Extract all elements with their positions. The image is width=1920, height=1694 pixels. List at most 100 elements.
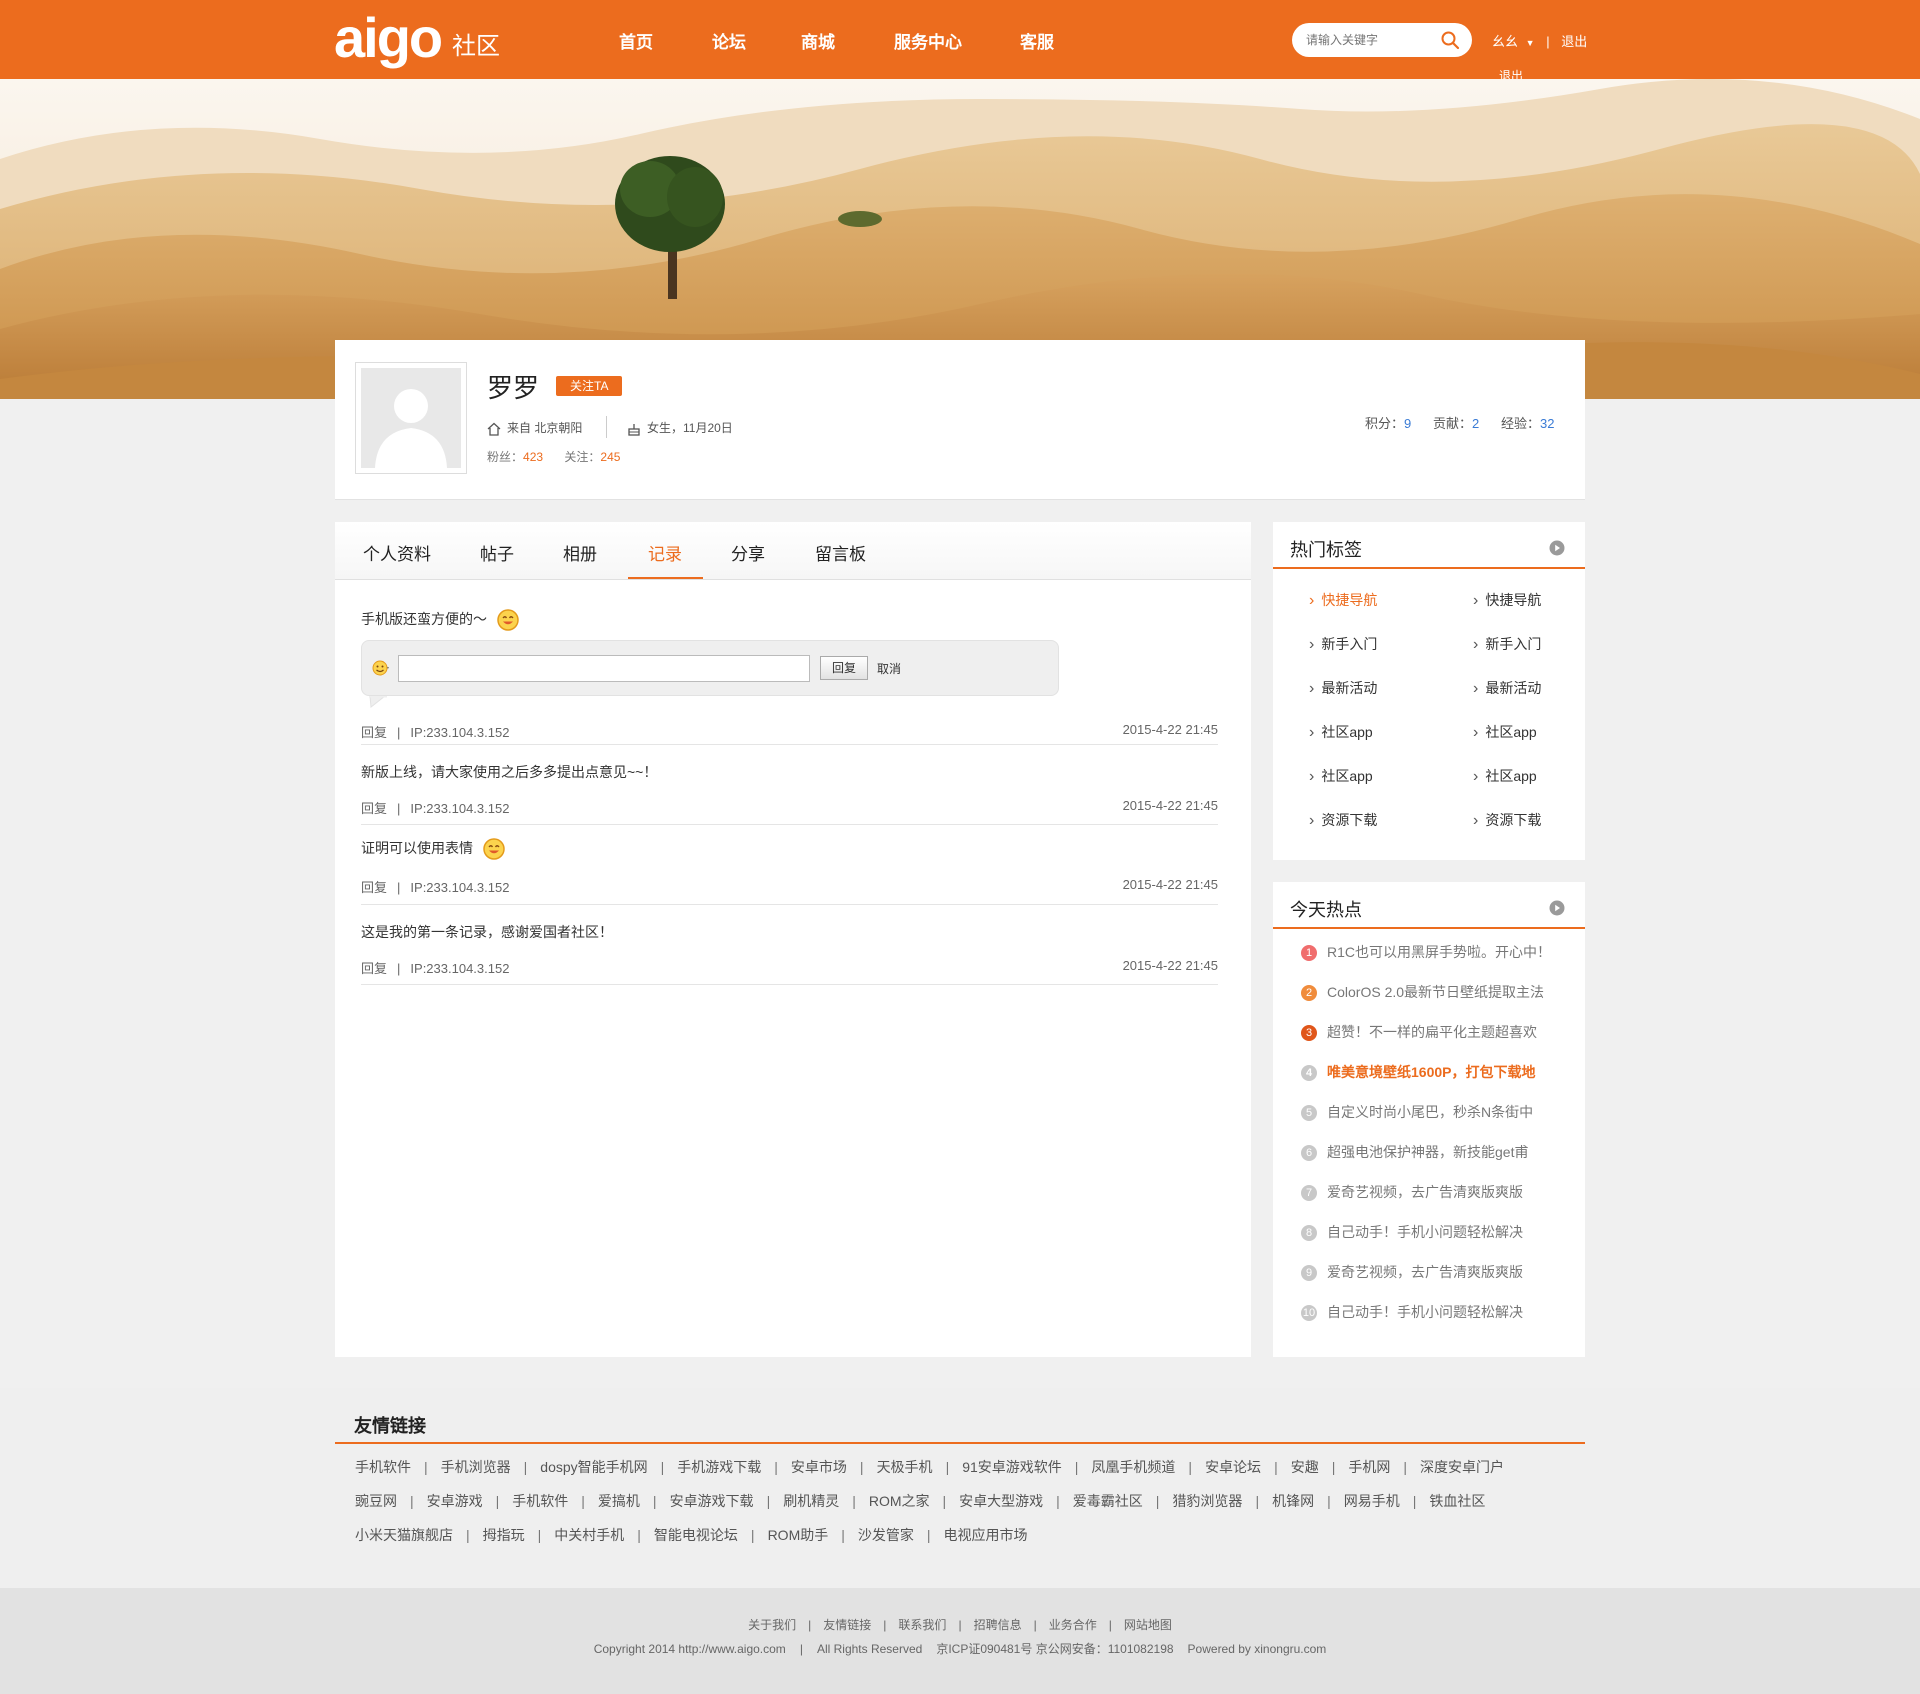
today-hot-item[interactable]: 5 自定义时尚小尾巴，秒杀N条街中 xyxy=(1301,1104,1533,1122)
hot-tag-item[interactable]: 快捷导航 xyxy=(1473,590,1541,610)
friend-link[interactable]: ROM助手 xyxy=(768,1527,829,1543)
tab-posts[interactable]: 帖子 xyxy=(480,540,514,565)
friend-link[interactable]: 电视应用市场 xyxy=(944,1527,1028,1543)
chevron-down-icon[interactable]: ▼ xyxy=(1526,38,1535,48)
hot-tag-item[interactable]: 最新活动 xyxy=(1309,678,1377,698)
today-hot-item[interactable]: 7 爱奇艺视频，去广告清爽版爽版 xyxy=(1301,1184,1523,1202)
emoji-picker-icon[interactable] xyxy=(372,660,390,676)
hot-tag-item[interactable]: 快捷导航 xyxy=(1309,590,1377,610)
friend-link[interactable]: 安趣 xyxy=(1291,1459,1319,1475)
friend-link[interactable]: 拇指玩 xyxy=(483,1527,525,1543)
tab-message-board[interactable]: 留言板 xyxy=(815,540,866,565)
username-link[interactable]: 幺幺 xyxy=(1492,31,1518,50)
hot-tag-item[interactable]: 社区app xyxy=(1309,722,1372,742)
friend-link[interactable]: 深度安卓门户 xyxy=(1420,1459,1504,1475)
friend-link[interactable]: 安卓游戏 xyxy=(427,1493,483,1509)
friend-links-row: 豌豆网 | 安卓游戏 | 手机软件 | 爱搞机 | 安卓游戏下载 | 刷机精灵 | ROM之家 | 安卓大型… xyxy=(355,1491,1485,1511)
hot-tag-item[interactable]: 社区app xyxy=(1309,766,1372,786)
today-hot-item[interactable]: 9 爱奇艺视频，去广告清爽版爽版 xyxy=(1301,1264,1523,1282)
nav-mall[interactable]: 商城 xyxy=(801,28,835,53)
footer-link[interactable]: 关于我们 xyxy=(748,1618,796,1632)
nav-home[interactable]: 首页 xyxy=(619,28,653,53)
nav-forum[interactable]: 论坛 xyxy=(712,28,746,53)
today-hot-item[interactable]: 3 超赞！不一样的扁平化主题超喜欢 xyxy=(1301,1024,1537,1042)
friend-link[interactable]: 网易手机 xyxy=(1344,1493,1400,1509)
follow-button[interactable]: 关注TA xyxy=(556,376,623,396)
record-reply-link[interactable]: 回复 xyxy=(361,801,387,816)
friend-link[interactable]: 沙发管家 xyxy=(858,1527,914,1543)
hot-tag-item[interactable]: 新手入门 xyxy=(1473,634,1541,654)
footer-link[interactable]: 网站地图 xyxy=(1124,1618,1172,1632)
fans-count[interactable]: 423 xyxy=(523,450,543,464)
reply-cancel-link[interactable]: 取消 xyxy=(877,660,901,677)
friend-link[interactable]: 91安卓游戏软件 xyxy=(962,1459,1062,1475)
play-circle-icon[interactable] xyxy=(1549,900,1565,916)
hot-tag-item[interactable]: 资源下载 xyxy=(1309,810,1377,830)
avatar-placeholder-icon xyxy=(361,368,461,468)
record-reply-link[interactable]: 回复 xyxy=(361,725,387,740)
friend-link[interactable]: 凤凰手机频道 xyxy=(1091,1459,1175,1475)
friend-link[interactable]: 安卓大型游戏 xyxy=(959,1493,1043,1509)
friend-link[interactable]: 豌豆网 xyxy=(355,1493,397,1509)
reply-input[interactable] xyxy=(398,655,810,682)
friend-link[interactable]: 猎豹浏览器 xyxy=(1172,1493,1242,1509)
footer-link[interactable]: 招聘信息 xyxy=(974,1618,1022,1632)
friend-link[interactable]: 爱搞机 xyxy=(598,1493,640,1509)
friend-link[interactable]: 手机软件 xyxy=(355,1459,411,1475)
friend-link[interactable]: 智能电视论坛 xyxy=(654,1527,738,1543)
tab-share[interactable]: 分享 xyxy=(731,540,765,565)
today-hot-item[interactable]: 2 ColorOS 2.0最新节日壁纸提取主法 xyxy=(1301,984,1544,1002)
play-circle-icon[interactable] xyxy=(1549,540,1565,556)
friend-link[interactable]: 安卓论坛 xyxy=(1205,1459,1261,1475)
friend-link[interactable]: 手机浏览器 xyxy=(441,1459,511,1475)
aigo-logo[interactable]: aigo xyxy=(334,10,443,66)
rank-badge: 9 xyxy=(1301,1265,1317,1282)
tab-records[interactable]: 记录 xyxy=(648,540,682,565)
link-separator: | xyxy=(1403,1459,1407,1475)
nav-service-center[interactable]: 服务中心 xyxy=(894,28,962,53)
footer-link[interactable]: 业务合作 xyxy=(1049,1618,1097,1632)
following-count[interactable]: 245 xyxy=(600,450,620,464)
hot-tag-item[interactable]: 新手入门 xyxy=(1309,634,1377,654)
hot-tag-item[interactable]: 社区app xyxy=(1473,766,1536,786)
friend-link[interactable]: 刷机精灵 xyxy=(783,1493,839,1509)
friend-link[interactable]: ROM之家 xyxy=(869,1493,930,1509)
points-value: 9 xyxy=(1404,416,1412,431)
friend-link[interactable]: 天极手机 xyxy=(877,1459,933,1475)
friend-link[interactable]: 爱毒霸社区 xyxy=(1073,1493,1143,1509)
today-hot-title-text: 超强电池保护神器，新技能get甫 xyxy=(1327,1144,1529,1160)
friend-link[interactable]: 安卓游戏下载 xyxy=(670,1493,754,1509)
footer-link[interactable]: 友情链接 xyxy=(823,1618,871,1632)
friend-link[interactable]: 手机软件 xyxy=(512,1493,568,1509)
friend-link[interactable]: 中关村手机 xyxy=(554,1527,624,1543)
today-hot-item[interactable]: 8 自己动手！手机小问题轻松解决 xyxy=(1301,1224,1523,1242)
hot-tag-item[interactable]: 社区app xyxy=(1473,722,1536,742)
friend-link[interactable]: 安卓市场 xyxy=(791,1459,847,1475)
tab-profile[interactable]: 个人资料 xyxy=(363,540,431,565)
record-reply-link[interactable]: 回复 xyxy=(361,961,387,976)
link-separator: | xyxy=(766,1493,771,1509)
record-reply-link[interactable]: 回复 xyxy=(361,880,387,895)
friend-link[interactable]: 手机网 xyxy=(1348,1459,1390,1475)
logout-link[interactable]: 退出 xyxy=(1561,31,1587,50)
friend-link[interactable]: 手机游戏下载 xyxy=(677,1459,761,1475)
reply-submit-button[interactable]: 回复 xyxy=(820,656,868,680)
tab-album[interactable]: 相册 xyxy=(563,540,597,565)
avatar[interactable] xyxy=(355,362,467,474)
friend-link[interactable]: 机锋网 xyxy=(1272,1493,1314,1509)
today-hot-item[interactable]: 1 R1C也可以用黑屏手势啦。开心中！ xyxy=(1301,944,1551,962)
search-icon[interactable] xyxy=(1440,30,1460,50)
today-hot-item[interactable]: 10 自己动手！手机小问题轻松解决 xyxy=(1301,1304,1523,1322)
nav-customer-service[interactable]: 客服 xyxy=(1020,28,1054,53)
friend-link[interactable]: 铁血社区 xyxy=(1429,1493,1485,1509)
footer-link[interactable]: 联系我们 xyxy=(898,1618,946,1632)
hot-tag-item[interactable]: 资源下载 xyxy=(1473,810,1541,830)
search-input[interactable] xyxy=(1306,30,1436,50)
link-separator: | xyxy=(774,1459,778,1475)
record-text: 证明可以使用表情 xyxy=(361,838,505,861)
today-hot-item[interactable]: 4 唯美意境壁纸1600P，打包下载地 xyxy=(1301,1064,1535,1082)
hot-tag-item[interactable]: 最新活动 xyxy=(1473,678,1541,698)
friend-link[interactable]: 小米天猫旗舰店 xyxy=(355,1527,453,1543)
friend-link[interactable]: dospy智能手机网 xyxy=(540,1459,647,1475)
today-hot-item[interactable]: 6 超强电池保护神器，新技能get甫 xyxy=(1301,1144,1529,1162)
